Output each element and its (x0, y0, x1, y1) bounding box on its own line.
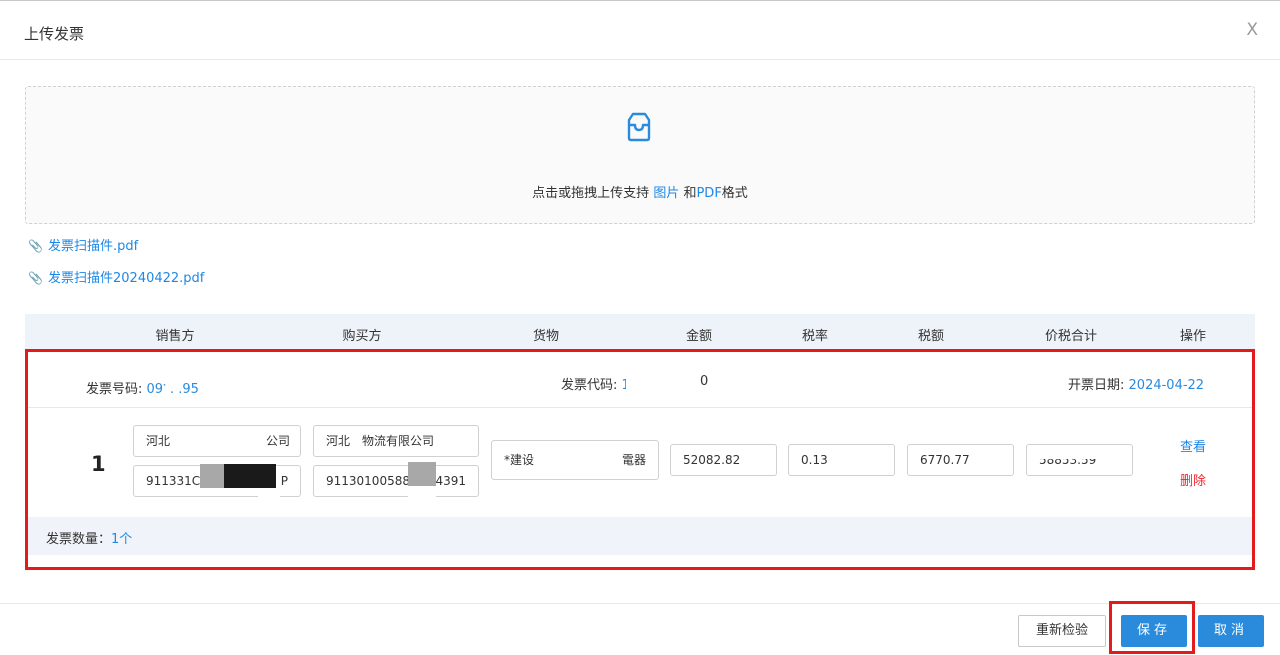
row-index: 1 (91, 452, 106, 476)
redaction-mask (542, 441, 598, 479)
seller-name-tail: 公司 (265, 434, 290, 448)
upload-hint: 点击或拖拽上传支持 图片 和PDF格式 (26, 182, 1254, 201)
buyer-name: 河北 物流有限公司 (326, 434, 435, 448)
cancel-button[interactable]: 取消 (1198, 615, 1264, 647)
redaction-mask (626, 367, 698, 407)
dialog-title: 上传发票 (24, 25, 85, 43)
upload-hint-middle: 和 (679, 186, 697, 201)
buyer-tax-id: 91130100588 (326, 474, 410, 488)
redaction-mask (408, 488, 436, 516)
upload-hint-suffix: 格式 (721, 186, 748, 201)
paperclip-icon: 📎 (28, 239, 43, 253)
invoice-code-label: 发票代码: (561, 378, 618, 393)
invoice-count-value: 1个 (111, 532, 133, 547)
invoice-number-label: 发票号码: (86, 382, 143, 397)
invoice-count-label: 发票数量： (46, 532, 112, 547)
dialog-header: 上传发票 X (0, 1, 1280, 60)
divider (28, 407, 1252, 408)
paperclip-icon: 📎 (28, 271, 43, 285)
buyer-name-field[interactable]: 河北 物流有限公司 (313, 425, 479, 457)
redaction-mask (258, 488, 280, 518)
invoice-code-tail: 0 (700, 374, 709, 389)
delete-link[interactable]: 删除 (1180, 470, 1206, 489)
upload-image-link[interactable]: 图片 (653, 186, 679, 201)
invoice-summary: 发票数量：1个 (28, 517, 1252, 555)
file-name[interactable]: 发票扫描件.pdf (48, 239, 138, 254)
column-header: 货物 (532, 329, 560, 344)
total-input[interactable]: 58853.59 (1026, 444, 1133, 476)
seller-tax-id-tail: P (280, 474, 288, 488)
tax-rate-value: 0.13 (801, 453, 828, 467)
redaction-mask (408, 462, 436, 486)
redaction-mask (1037, 447, 1123, 459)
goods-name-tail: 電器 (621, 453, 646, 467)
upload-invoice-dialog: 上传发票 X 点击或拖拽上传支持 图片 和PDF格式 📎 发票扫描件.pdf 📎 发… (0, 0, 1280, 655)
seller-name: 河北 (146, 434, 171, 448)
redaction-mask (174, 428, 264, 454)
tax-rate-input[interactable]: 0.13 (788, 444, 895, 476)
recheck-button[interactable]: 重新检验 (1018, 615, 1106, 647)
redaction-mask (224, 464, 276, 488)
redaction-mask (200, 464, 224, 488)
column-header: 操作 (1179, 329, 1207, 344)
invoice-date-value: 2024-04-22 (1128, 378, 1205, 393)
upload-dropzone[interactable]: 点击或拖拽上传支持 图片 和PDF格式 (25, 86, 1255, 224)
amount-input[interactable]: 52082.82 (670, 444, 777, 476)
column-header: 税额 (917, 329, 945, 344)
buyer-tax-id-tail: 4391 (435, 474, 466, 488)
invoice-number: 发票号码: 09་ . .95 (86, 374, 199, 411)
file-item[interactable]: 📎 发票扫描件20240422.pdf (28, 267, 204, 286)
upload-hint-prefix: 点击或拖拽上传支持 (532, 186, 654, 201)
column-header: 销售方 (155, 329, 195, 344)
column-header: 购买方 (342, 329, 382, 344)
close-icon[interactable]: X (1246, 20, 1258, 40)
invoice-number-value: 09་ . .95 (146, 382, 199, 397)
tax-amount-value: 6770.77 (920, 453, 970, 467)
file-item[interactable]: 📎 发票扫描件.pdf (28, 235, 138, 254)
seller-tax-id: 911331C (146, 474, 201, 488)
column-header: 价税合计 (1044, 329, 1098, 344)
invoice-date: 开票日期: 2024-04-22 (1068, 374, 1204, 393)
footer-divider (0, 603, 1280, 604)
view-link[interactable]: 查看 (1180, 436, 1206, 455)
column-header: 税率 (801, 329, 829, 344)
file-name[interactable]: 发票扫描件20240422.pdf (48, 271, 204, 286)
invoice-date-label: 开票日期: (1068, 378, 1125, 393)
save-highlight (1109, 601, 1195, 654)
amount-value: 52082.82 (683, 453, 741, 467)
invoice-card: 发票号码: 09་ . .95 发票代码: 130022 0 开票日期: 202… (25, 349, 1255, 570)
tax-amount-input[interactable]: 6770.77 (907, 444, 1014, 476)
buyer-tax-id-field[interactable]: 91130100588 4391 (313, 465, 479, 497)
goods-name: *建设 (504, 453, 535, 467)
upload-pdf-link[interactable]: PDF (696, 186, 721, 201)
invoice-count: 发票数量：1个 (46, 528, 132, 547)
goods-field[interactable]: *建设 電器 (491, 440, 659, 480)
inbox-icon (627, 112, 651, 142)
column-header: 金额 (685, 329, 713, 344)
seller-name-field[interactable]: 河北 公司 (133, 425, 301, 457)
table-header: 销售方 购买方 货物 金额 税率 税额 价税合计 操作 (25, 314, 1255, 350)
